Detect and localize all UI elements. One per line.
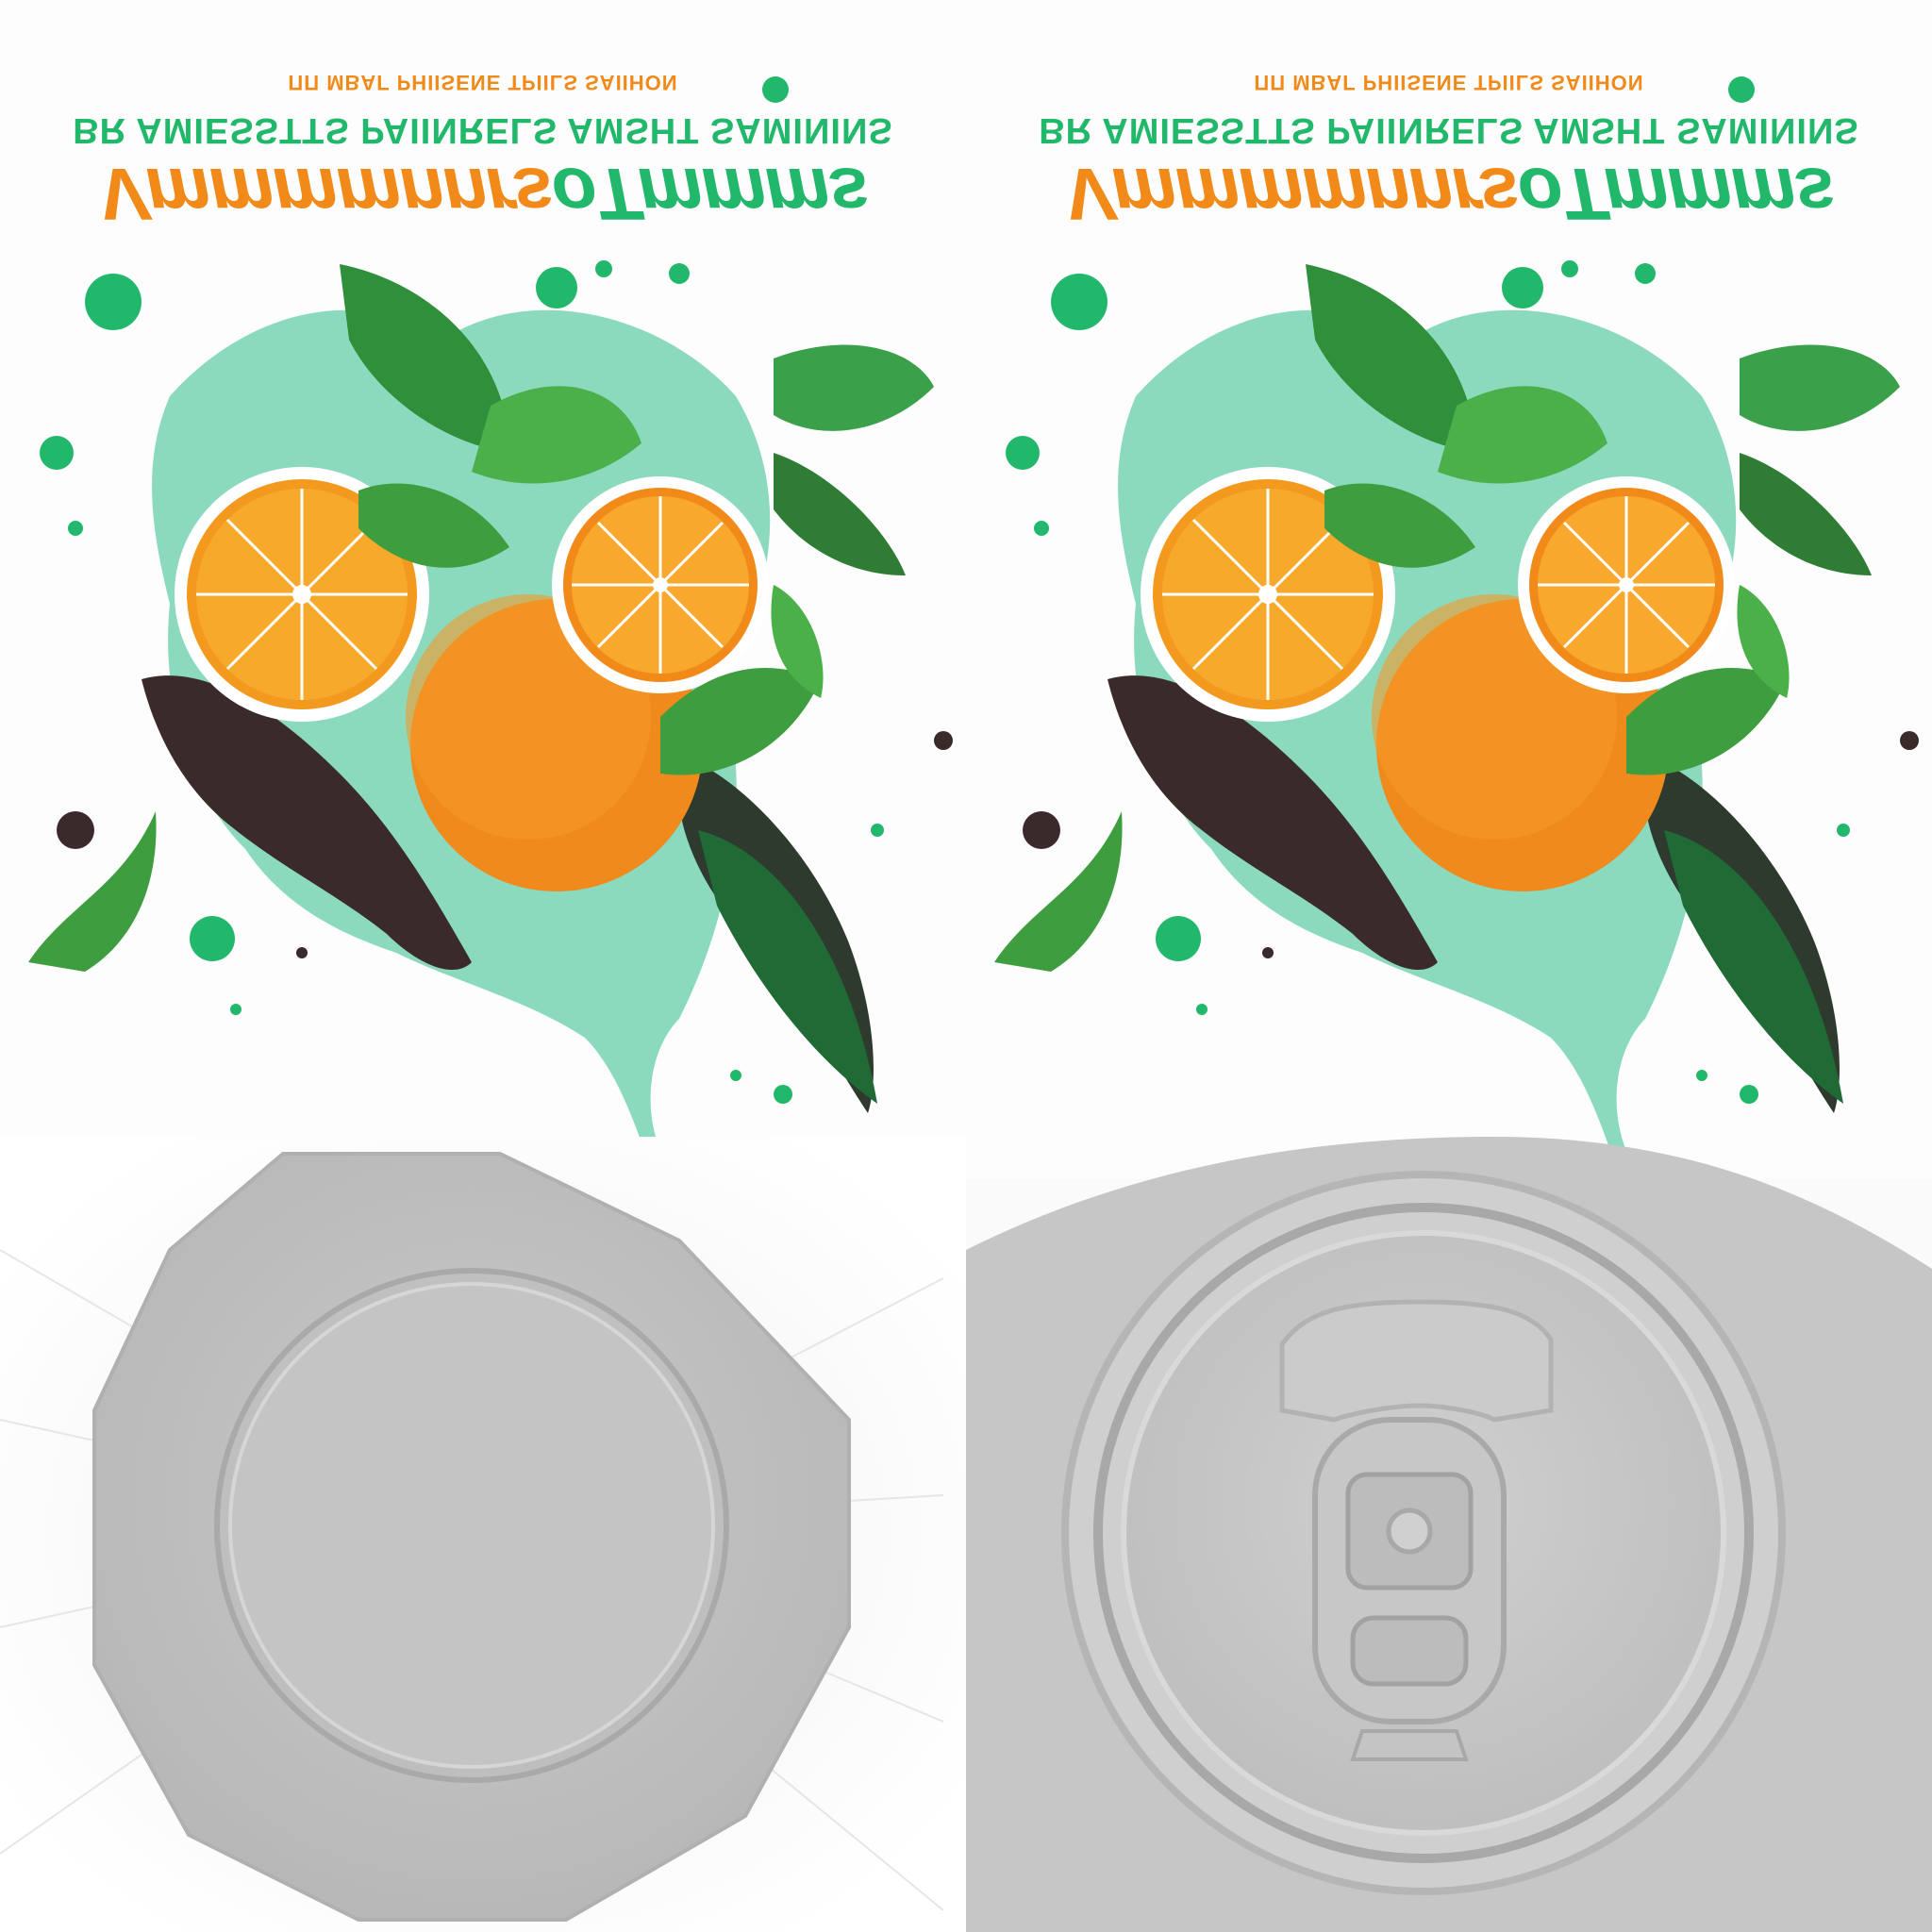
brand-logo-part-a: Vmmmmnnrs	[98, 153, 552, 236]
label-panel-right: ΠΠ ΜΒΑΓ ΡΗΙΙSΕΝΕ ΤΡΙΙLS SΑΙΙΗΟΝ BR AMIES…	[966, 0, 1932, 1179]
can-bottom-cap	[0, 1137, 966, 1932]
can-texture-atlas: ΠΠ ΜΒΑΓ ΡΗΙΙSΕΝΕ ΤΡΙΙLS SΑΙΙΗΟΝ BR AMIES…	[0, 0, 1932, 1932]
label-tagline: BR AMIESSTTS PAIINRELS AMSHT SAMININS	[73, 110, 893, 150]
can-bottom-illustration	[0, 1137, 966, 1932]
label-tagline-small: ΠΠ ΜΒΑΓ ΡΗΙΙSΕΝΕ ΤΡΙΙLS SΑΙΙΗΟΝ	[1254, 71, 1644, 94]
label-tagline-small: ΠΠ ΜΒΑΓ ΡΗΙΙSΕΝΕ ΤΡΙΙLS SΑΙΙΗΟΝ	[288, 71, 678, 94]
brand-logo-part-b: oTmmms	[1517, 153, 1834, 236]
can-top-cap	[966, 1137, 1932, 1932]
brand-logo: VmmmmnnrsoTmmms	[0, 151, 966, 237]
label-tagline: BR AMIESSTTS PAIINRELS AMSHT SAMININS	[1039, 110, 1859, 150]
brand-logo: VmmmmnnrsoTmmms	[966, 151, 1932, 237]
brand-logo-part-a: Vmmmmnnrs	[1064, 153, 1518, 236]
orange-slice-right	[552, 476, 769, 693]
label-panel-left: ΠΠ ΜΒΑΓ ΡΗΙΙSΕΝΕ ΤΡΙΙLS SΑΙΙΗΟΝ BR AMIES…	[0, 0, 966, 1179]
can-top-illustration	[966, 1137, 1932, 1932]
brand-logo-part-b: oTmmms	[551, 153, 868, 236]
orange-slice-right	[1518, 476, 1735, 693]
